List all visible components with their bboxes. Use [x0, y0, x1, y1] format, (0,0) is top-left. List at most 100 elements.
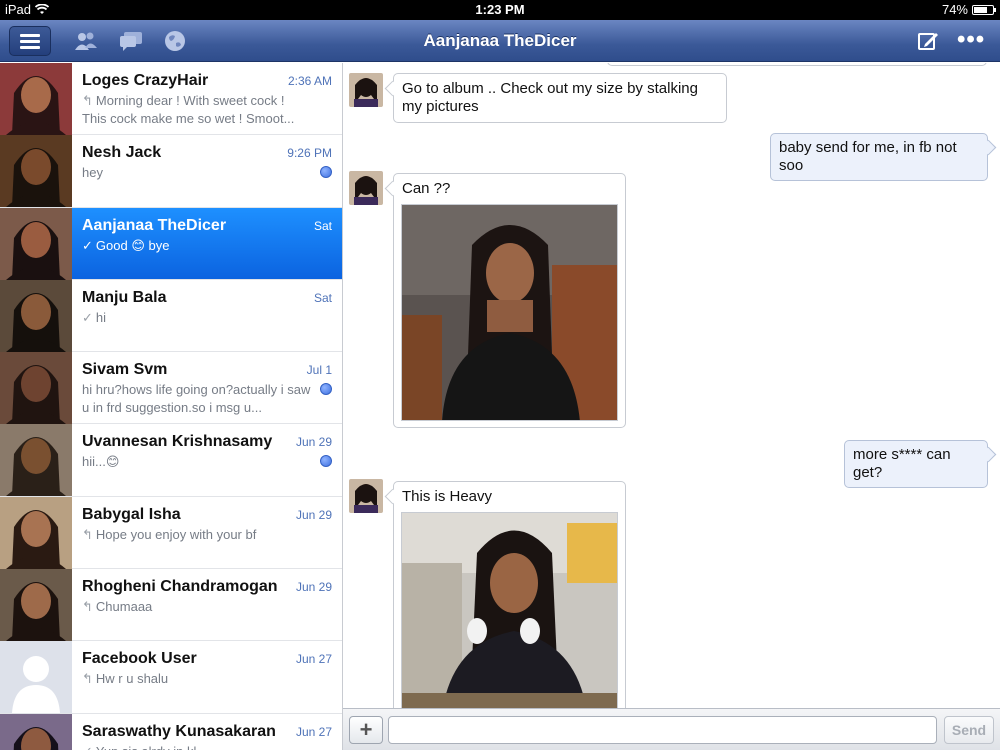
conversation-name: Loges CrazyHair	[82, 72, 209, 89]
conversation-name: Saraswathy Kunasakaran	[82, 722, 276, 740]
conversation-title: Aanjanaa TheDicer	[423, 31, 577, 50]
message-text: more s**** can get?	[853, 446, 951, 481]
battery-percent: 74%	[941, 2, 968, 17]
unread-indicator	[320, 383, 332, 396]
message-text: baby send for me, in fb not soo	[779, 139, 957, 174]
conversation-preview: hii...😊	[82, 453, 312, 471]
conversation-item[interactable]: Rhogheni Chandramogan Jun 29 ↰ Chumaaa	[0, 569, 342, 642]
more-options-icon[interactable]: •••	[957, 28, 985, 52]
previous-message-stub	[607, 63, 987, 66]
battery-fill	[974, 6, 988, 13]
conversation-name: Facebook User	[82, 650, 197, 668]
status-time: 1:23 PM	[475, 2, 525, 17]
send-button[interactable]: Send	[944, 716, 994, 744]
preview-text: hii...😊	[82, 454, 120, 470]
avatar	[0, 713, 72, 750]
avatar	[0, 352, 72, 425]
conversation-name: Aanjanaa TheDicer	[82, 216, 227, 234]
conversation-item[interactable]: Manju Bala Sat ✓ hi	[0, 279, 342, 353]
compose-icon[interactable]	[917, 30, 939, 52]
avatar	[0, 207, 72, 280]
conversation-name: Nesh Jack	[82, 144, 162, 162]
avatar	[0, 279, 72, 352]
conversation-time: Jun 27	[295, 724, 332, 739]
conversation-preview: ↰ Morning dear ! With sweet cock ! This c…	[82, 92, 312, 128]
conversation-preview: ✓ Good 😊 bye	[82, 237, 312, 255]
chat-thread: Go to album .. Check out my size by stal…	[343, 63, 1000, 708]
conversation-time: Jul 1	[306, 363, 332, 378]
reply-arrow-icon: ↰	[82, 93, 93, 108]
conversation-name: Sivam Svm	[82, 361, 168, 379]
avatar	[0, 63, 72, 135]
unread-indicator	[320, 455, 332, 468]
reply-arrow-icon: ↰	[82, 526, 93, 542]
reply-arrow-icon: ↰	[82, 671, 93, 687]
conversation-item[interactable]: Loges CrazyHair 2:36 AM ↰ Morning dear ! Wi…	[0, 63, 342, 136]
message-bubble-outgoing: more s**** can get?	[844, 440, 988, 488]
preview-text: hi	[95, 309, 107, 325]
message-bubble-incoming: This is Heavy	[393, 481, 626, 708]
message-photo[interactable]	[401, 512, 618, 708]
preview-text: hey	[82, 165, 103, 181]
avatar	[0, 641, 72, 714]
conversation-time: Jun 29	[295, 435, 332, 450]
preview-text: Chumaaa	[95, 599, 153, 615]
message-text: This is Heavy	[402, 488, 493, 505]
preview-text: Good 😊 bye	[95, 237, 170, 253]
unread-indicator	[320, 166, 332, 179]
conversation-name: Uvannesan Krishnasamy	[82, 433, 273, 451]
conversation-name: Rhogheni Chandramogan	[82, 578, 278, 596]
avatar	[0, 424, 72, 497]
conversation-preview: ↰ Hw r u shalu	[82, 670, 312, 688]
conversation-time: 9:26 PM	[287, 146, 332, 161]
conversation-item[interactable]: Saraswathy Kunasakaran Jun 27 ✓Yup sis alr…	[0, 713, 342, 750]
sent-check-icon: ✓	[82, 744, 93, 750]
message-text: Can ??	[402, 180, 451, 197]
conversation-preview: ↰ Hope you enjoy with your bf	[82, 526, 312, 544]
avatar[interactable]	[349, 479, 383, 513]
add-attachment-button[interactable]: +	[349, 716, 383, 744]
conversation-time: Sat	[313, 218, 332, 233]
conversation-preview: hi hru?hows life going on?actually i saw…	[82, 381, 312, 417]
avatar[interactable]	[349, 171, 383, 205]
conversation-preview: hey	[82, 164, 312, 182]
message-bubble-incoming: Can ??	[393, 173, 626, 428]
avatar[interactable]	[349, 73, 383, 107]
conversation-preview: ✓Yup sis alrdy in kl	[82, 743, 312, 750]
avatar	[0, 496, 72, 569]
reply-arrow-icon: ↰	[82, 599, 93, 615]
conversation-name: Manju Bala	[82, 288, 167, 306]
conversation-time: Jun 29	[295, 580, 332, 595]
avatar	[0, 135, 72, 208]
conversation-time: Jun 29	[295, 507, 332, 522]
preview-text: hi hru?hows life going on?actually i saw…	[82, 382, 311, 416]
battery-icon	[972, 4, 996, 15]
message-composer: + Send	[343, 708, 1000, 750]
conversation-item[interactable]: Facebook User Jun 27 ↰ Hw r u shalu	[0, 641, 342, 714]
conversation-preview: ✓ hi	[82, 309, 312, 327]
status-bar: iPad 1:23 PM 74%	[0, 0, 1000, 20]
message-bubble-outgoing: baby send for me, in fb not soo	[770, 133, 988, 181]
conversation-preview: ↰ Chumaaa	[82, 598, 312, 616]
conversation-time: Jun 27	[295, 652, 332, 667]
message-photo[interactable]	[401, 204, 618, 421]
conversation-name: Babygal Isha	[82, 505, 181, 523]
status-right: 74%	[941, 2, 996, 17]
preview-text: Hw r u shalu	[95, 671, 169, 687]
message-bubble-incoming: Go to album .. Check out my size by stal…	[393, 73, 727, 123]
conversation-item[interactable]: Babygal Isha Jun 29 ↰ Hope you enjoy with y…	[0, 496, 342, 570]
conversation-list: Loges CrazyHair 2:36 AM ↰ Morning dear ! Wi…	[0, 63, 343, 750]
message-text: Go to album .. Check out my size by stal…	[402, 80, 698, 115]
sent-check-icon: ✓	[82, 237, 93, 253]
avatar	[0, 569, 72, 642]
message-input[interactable]	[388, 716, 937, 744]
conversation-item[interactable]: Sivam Svm Jul 1 hi hru?hows life going on?…	[0, 352, 342, 425]
conversation-time: 2:36 AM	[287, 74, 332, 88]
preview-text: Hope you enjoy with your bf	[95, 526, 257, 542]
nav-bar: Aanjanaa TheDicer •••	[0, 20, 1000, 62]
sent-check-icon: ✓	[82, 309, 93, 325]
conversation-item[interactable]: Aanjanaa TheDicer Sat ✓ Good 😊 bye	[0, 207, 342, 280]
conversation-time: Sat	[313, 290, 332, 305]
conversation-item[interactable]: Uvannesan Krishnasamy Jun 29 hii...😊	[0, 424, 342, 497]
conversation-item[interactable]: Nesh Jack 9:26 PM hey	[0, 135, 342, 208]
